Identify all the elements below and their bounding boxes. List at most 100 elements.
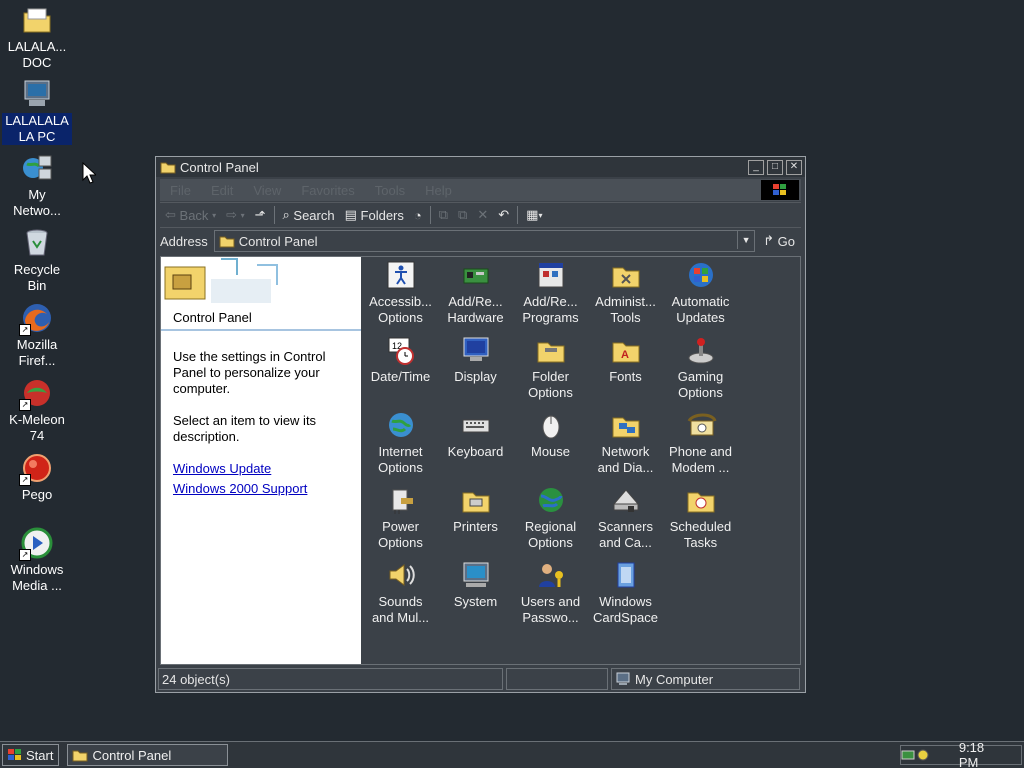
go-label: Go bbox=[777, 233, 795, 249]
cardspace-icon bbox=[617, 562, 634, 588]
item-label-line2: Tools bbox=[610, 310, 641, 325]
item-label-line1: Date/Time bbox=[370, 369, 431, 384]
control-panel-item[interactable]: Network and Dia... bbox=[588, 409, 663, 484]
close-button[interactable]: ✕ bbox=[786, 159, 802, 175]
copy-to-icon: ⧉ bbox=[458, 207, 468, 222]
search-button[interactable]: ⌕ Search bbox=[283, 207, 335, 223]
item-label-line1: Phone and bbox=[669, 444, 732, 459]
item-label-line2: Options bbox=[378, 535, 423, 550]
address-input[interactable]: Control Panel ▼ bbox=[213, 230, 756, 252]
start-button[interactable]: Start bbox=[2, 744, 60, 766]
move-to-button[interactable]: ⧉ bbox=[439, 207, 448, 223]
control-panel-item[interactable]: Add/Re... Programs bbox=[513, 259, 588, 334]
network-folder-icon bbox=[612, 417, 639, 438]
up-folder-button[interactable]: ⬏ bbox=[255, 207, 266, 223]
desktop-icon-media-player[interactable]: ↗ Windows Media ... bbox=[2, 527, 72, 594]
menu-favorites[interactable]: Favorites bbox=[291, 183, 364, 198]
control-panel-item[interactable]: System bbox=[438, 559, 513, 634]
control-panel-item[interactable]: Printers bbox=[438, 484, 513, 559]
control-panel-item[interactable]: Windows CardSpace bbox=[588, 559, 663, 634]
control-panel-folder-icon bbox=[72, 750, 88, 762]
control-panel-item[interactable]: Power Options bbox=[363, 484, 438, 559]
control-panel-item[interactable]: Internet Options bbox=[363, 409, 438, 484]
forward-button[interactable]: ⇨ ▾ bbox=[226, 207, 245, 223]
display-icon bbox=[463, 337, 488, 361]
item-label-line2: Tasks bbox=[683, 535, 718, 550]
minimize-button[interactable]: _ bbox=[748, 159, 764, 175]
desktop-icon-label: My Netwo... bbox=[13, 187, 61, 218]
item-label-line1: Add/Re... bbox=[523, 294, 578, 309]
desktop-icon-pc[interactable]: LALALALA LA PC bbox=[2, 78, 72, 145]
back-arrow-icon: ⇦ bbox=[165, 207, 176, 222]
search-label: Search bbox=[293, 207, 335, 223]
item-label-line1: Network bbox=[601, 444, 650, 459]
item-label-line2: Hardware bbox=[447, 310, 504, 325]
kmeleon-icon: ↗ bbox=[19, 377, 53, 411]
views-button[interactable]: ▦ ▾ bbox=[526, 207, 542, 223]
control-panel-item[interactable]: Automatic Updates bbox=[663, 259, 738, 334]
desktop-icon-label: Windows Media ... bbox=[10, 562, 64, 593]
control-panel-item[interactable]: Sounds and Mul... bbox=[363, 559, 438, 634]
shortcut-arrow-icon: ↗ bbox=[19, 324, 31, 336]
up-folder-icon: ⬏ bbox=[254, 207, 266, 222]
control-panel-item[interactable]: Administ... Tools bbox=[588, 259, 663, 334]
control-panel-item[interactable]: Keyboard bbox=[438, 409, 513, 484]
delete-button[interactable]: ✕ bbox=[477, 207, 488, 223]
control-panel-item[interactable]: Regional Options bbox=[513, 484, 588, 559]
desktop-icon-doc[interactable]: LALALA... DOC bbox=[2, 4, 72, 71]
go-arrow-icon: ↱ bbox=[763, 233, 775, 248]
control-panel-item[interactable]: Display bbox=[438, 334, 513, 409]
address-dropdown-button[interactable]: ▼ bbox=[737, 231, 754, 249]
item-label-line2: and Ca... bbox=[599, 535, 652, 550]
folders-button[interactable]: ▤ Folders bbox=[345, 207, 404, 223]
desktop-icon-pego[interactable]: ↗ Pego bbox=[2, 452, 72, 503]
link-windows-update[interactable]: Windows Update bbox=[173, 461, 349, 477]
control-panel-item[interactable]: Folder Options bbox=[513, 334, 588, 409]
item-label-line2: Modem ... bbox=[671, 460, 730, 475]
control-panel-item[interactable]: Add/Re... Hardware bbox=[438, 259, 513, 334]
title-bar[interactable]: Control Panel _ □ ✕ bbox=[156, 157, 805, 177]
menu-edit[interactable]: Edit bbox=[201, 183, 243, 198]
updates-icon bbox=[688, 263, 713, 287]
hardware-icon bbox=[463, 268, 488, 284]
fonts-icon: A bbox=[612, 342, 639, 363]
item-label-line1: Scanners bbox=[598, 519, 653, 534]
control-panel-item[interactable]: Users and Passwo... bbox=[513, 559, 588, 634]
back-button[interactable]: ⇦ Back ▾ bbox=[165, 207, 216, 223]
address-label: Address bbox=[160, 233, 208, 249]
maximize-button[interactable]: □ bbox=[767, 159, 783, 175]
item-label-line1: Power bbox=[382, 519, 419, 534]
desktop-icon-recycle-bin[interactable]: Recycle Bin bbox=[2, 227, 72, 294]
item-label-line1: Gaming bbox=[677, 369, 724, 384]
control-panel-item[interactable]: Scheduled Tasks bbox=[663, 484, 738, 559]
control-panel-item[interactable]: Gaming Options bbox=[663, 334, 738, 409]
control-panel-item[interactable]: Phone and Modem ... bbox=[663, 409, 738, 484]
control-panel-folder-icon bbox=[160, 162, 176, 174]
taskbar-button-control-panel[interactable]: Control Panel bbox=[67, 744, 229, 766]
undo-button[interactable]: ↶ bbox=[498, 207, 509, 223]
desktop-icon-kmeleon[interactable]: ↗ K-Meleon 74 bbox=[2, 377, 72, 444]
copy-to-button[interactable]: ⧉ bbox=[458, 207, 467, 223]
menu-view[interactable]: View bbox=[243, 183, 291, 198]
tray-icons[interactable] bbox=[901, 748, 931, 762]
history-button[interactable]: ◔ bbox=[414, 208, 422, 223]
info-pane-body: Use the settings in Control Panel to per… bbox=[161, 331, 361, 519]
control-panel-item[interactable]: A Fonts bbox=[588, 334, 663, 409]
address-bar: Address Control Panel ▼ ↱ Go bbox=[160, 229, 801, 253]
desktop-icon-network[interactable]: My Netwo... bbox=[2, 152, 72, 219]
control-panel-item[interactable]: Mouse bbox=[513, 409, 588, 484]
menu-tools[interactable]: Tools bbox=[365, 183, 415, 198]
control-panel-item[interactable]: Accessib... Options bbox=[363, 259, 438, 334]
desktop-icon-label: LALALALA LA PC bbox=[2, 113, 72, 145]
shortcut-arrow-icon: ↗ bbox=[19, 549, 31, 561]
menu-file[interactable]: File bbox=[160, 183, 201, 198]
link-windows-2000-support[interactable]: Windows 2000 Support bbox=[173, 481, 349, 497]
clock[interactable]: 9:18 PM bbox=[959, 740, 1007, 768]
go-button[interactable]: ↱ Go bbox=[763, 233, 795, 249]
desktop-icon-firefox[interactable]: ↗ Mozilla Firef... bbox=[2, 302, 72, 369]
menu-help[interactable]: Help bbox=[415, 183, 462, 198]
control-panel-item[interactable]: 12 Date/Time bbox=[363, 334, 438, 409]
item-label-line1: Sounds bbox=[378, 594, 423, 609]
item-label-line2: and Dia... bbox=[597, 460, 654, 475]
control-panel-item[interactable]: Scanners and Ca... bbox=[588, 484, 663, 559]
